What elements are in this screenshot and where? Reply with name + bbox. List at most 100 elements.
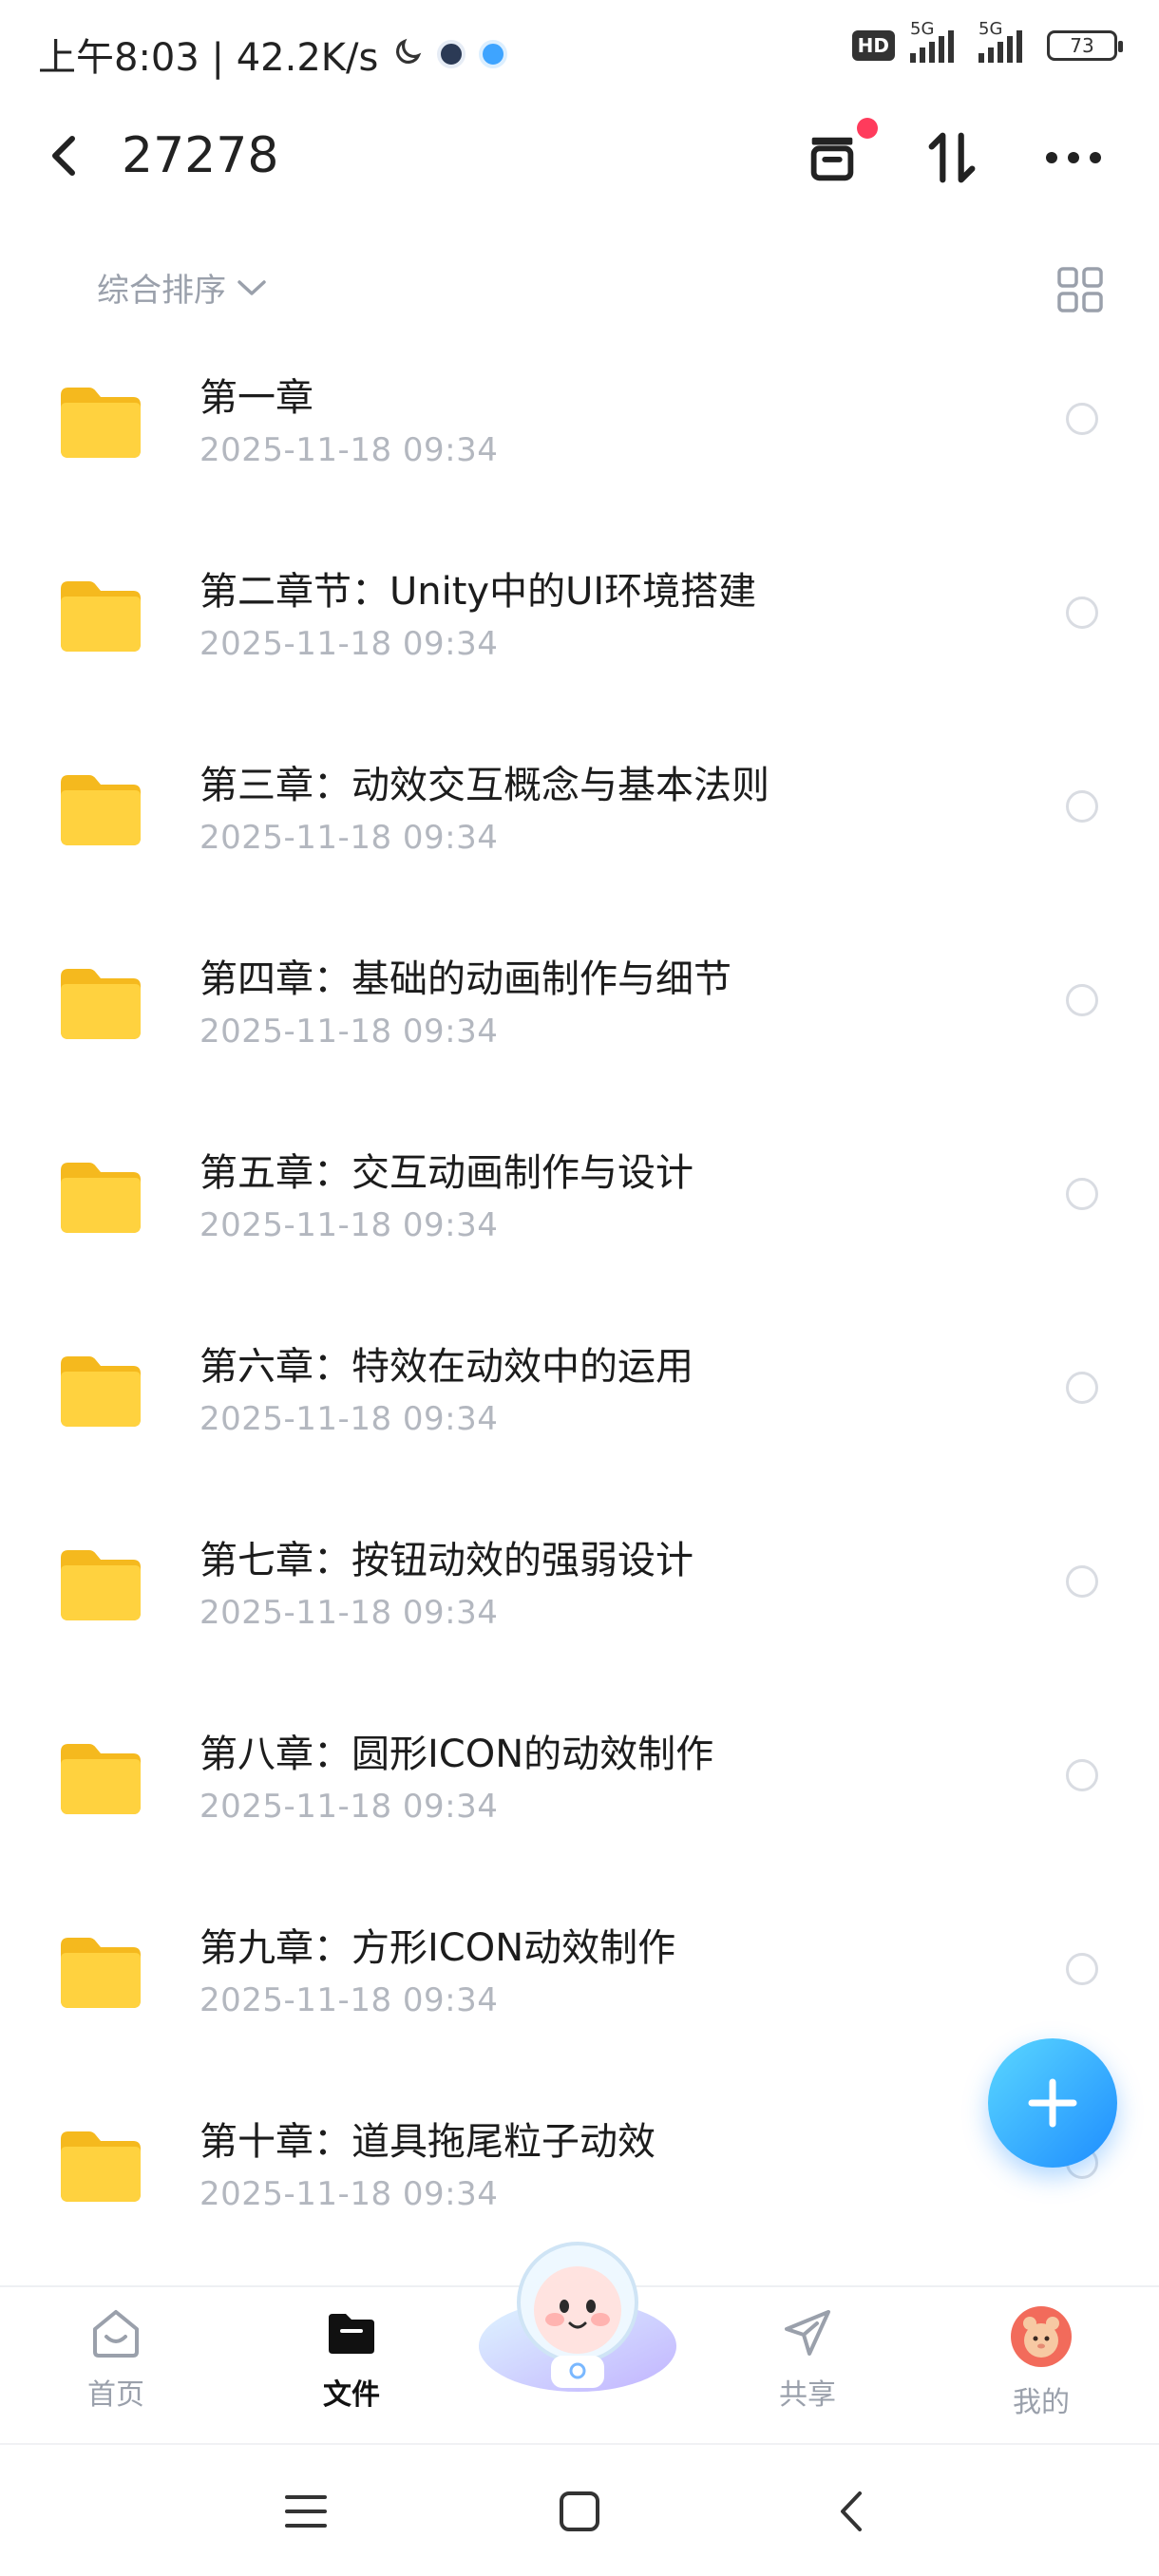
sort-icon [928, 132, 976, 183]
status-time: 上午8:03 | 42.2K/s [38, 36, 379, 80]
folder-icon [57, 2128, 144, 2206]
system-nav-bar [0, 2443, 1159, 2576]
battery-indicator: 73 [1047, 30, 1123, 61]
folder-icon [57, 1546, 144, 1624]
select-radio[interactable] [1066, 1759, 1098, 1791]
file-name: 第五章：交互动画制作与设计 [200, 1151, 694, 1195]
system-back-button[interactable] [823, 2483, 880, 2540]
file-date: 2025-11-18 09:34 [200, 625, 499, 663]
file-name: 第十章：道具拖尾粒子动效 [200, 2120, 656, 2164]
file-name: 第一章 [200, 376, 314, 420]
sort-label: 综合排序 [97, 272, 226, 310]
nav-home[interactable]: 首页 [49, 2304, 182, 2413]
file-date: 2025-11-18 09:34 [200, 819, 499, 857]
file-row[interactable]: 第一章 2025-11-18 09:34 [0, 331, 1159, 524]
app-notification-icon [437, 40, 466, 68]
folder-icon [57, 1353, 144, 1430]
file-name: 第七章：按钮动效的强弱设计 [200, 1539, 694, 1582]
folder-icon [57, 965, 144, 1043]
file-name: 第八章：圆形ICON的动效制作 [200, 1733, 714, 1776]
sort-button[interactable] [918, 123, 986, 192]
assistant-mascot-button[interactable] [471, 2228, 684, 2399]
chevron-down-icon [238, 279, 266, 295]
plus-icon [1028, 2078, 1077, 2128]
nav-share[interactable]: 共享 [741, 2304, 874, 2413]
square-icon [560, 2491, 599, 2531]
file-name: 第四章：基础的动画制作与细节 [200, 957, 732, 1001]
sort-dropdown[interactable]: 综合排序 [97, 264, 268, 311]
folder-icon [57, 578, 144, 655]
status-bar: 上午8:03 | 42.2K/s HD 5G 5G 73 [0, 0, 1159, 106]
select-radio[interactable] [1066, 1372, 1098, 1404]
moon-icon [391, 36, 424, 72]
header: 27278 [0, 106, 1159, 201]
grid-view-button[interactable] [1056, 266, 1104, 313]
archive-button[interactable] [798, 118, 878, 192]
back-nav-icon [841, 2491, 862, 2531]
avatar [1011, 2306, 1072, 2367]
nav-home-label: 首页 [87, 2378, 144, 2412]
folder-icon [57, 1159, 144, 1237]
select-radio[interactable] [1066, 984, 1098, 1016]
grid-view-icon [1057, 267, 1103, 313]
file-row[interactable]: 第九章：方形ICON动效制作 2025-11-18 09:34 [0, 1881, 1159, 2074]
archive-icon [810, 137, 854, 181]
mascot-icon [479, 2242, 676, 2392]
more-button[interactable] [1039, 123, 1108, 192]
folder-icon [57, 771, 144, 849]
file-name: 第三章：动效交互概念与基本法则 [200, 764, 770, 807]
status-left: 上午8:03 | 42.2K/s [38, 27, 508, 82]
file-date: 2025-11-18 09:34 [200, 1400, 499, 1438]
select-radio[interactable] [1066, 1178, 1098, 1210]
signal-icon-2: 5G [978, 19, 1032, 63]
network-label-2: 5G [978, 19, 1003, 39]
back-button[interactable] [38, 129, 91, 182]
nav-files-label: 文件 [323, 2378, 380, 2412]
select-radio[interactable] [1066, 1565, 1098, 1598]
share-icon [785, 2310, 830, 2356]
recent-apps-button[interactable] [277, 2483, 334, 2540]
file-date: 2025-11-18 09:34 [200, 1206, 499, 1244]
notification-dot [857, 118, 878, 139]
menu-icon [285, 2495, 327, 2528]
select-radio[interactable] [1066, 403, 1098, 435]
hd-badge: HD [851, 30, 895, 61]
select-radio[interactable] [1066, 597, 1098, 629]
file-name: 第二章节：Unity中的UI环境搭建 [200, 570, 757, 614]
more-icon [1046, 152, 1101, 163]
file-row[interactable]: 第五章：交互动画制作与设计 2025-11-18 09:34 [0, 1106, 1159, 1299]
signal-icon: 5G [910, 19, 963, 63]
file-name: 第六章：特效在动效中的运用 [200, 1345, 694, 1389]
status-right: HD 5G 5G 73 [851, 19, 1123, 63]
select-radio[interactable] [1066, 790, 1098, 823]
back-icon [52, 136, 75, 176]
file-row[interactable]: 第四章：基础的动画制作与细节 2025-11-18 09:34 [0, 912, 1159, 1106]
folder-icon [57, 384, 144, 462]
file-row[interactable]: 第六章：特效在动效中的运用 2025-11-18 09:34 [0, 1299, 1159, 1493]
file-date: 2025-11-18 09:34 [200, 2175, 499, 2213]
file-row[interactable]: 第八章：圆形ICON的动效制作 2025-11-18 09:34 [0, 1687, 1159, 1881]
file-name: 第九章：方形ICON动效制作 [200, 1926, 676, 1970]
upload-notification-icon [479, 40, 508, 68]
select-radio[interactable] [1066, 1953, 1098, 1985]
system-home-button[interactable] [551, 2483, 608, 2540]
file-list: 第一章 2025-11-18 09:34 第二章节：Unity中的UI环境搭建 202… [0, 331, 1159, 2268]
file-row[interactable]: 第二章节：Unity中的UI环境搭建 2025-11-18 09:34 [0, 524, 1159, 718]
nav-mine-label: 我的 [1013, 2386, 1070, 2419]
nav-files[interactable]: 文件 [285, 2304, 418, 2413]
network-label: 5G [910, 19, 935, 39]
add-button[interactable] [988, 2038, 1117, 2168]
files-icon [329, 2314, 374, 2354]
file-date: 2025-11-18 09:34 [200, 1594, 499, 1632]
home-icon [93, 2310, 139, 2358]
file-date: 2025-11-18 09:34 [200, 431, 499, 469]
folder-icon [57, 1740, 144, 1818]
file-row[interactable]: 第七章：按钮动效的强弱设计 2025-11-18 09:34 [0, 1493, 1159, 1687]
page-title: 27278 [122, 127, 279, 184]
file-row[interactable]: 第三章：动效交互概念与基本法则 2025-11-18 09:34 [0, 718, 1159, 912]
nav-share-label: 共享 [779, 2378, 836, 2412]
file-date: 2025-11-18 09:34 [200, 1013, 499, 1051]
toolbar: 综合排序 [0, 249, 1159, 331]
folder-icon [57, 1934, 144, 2012]
nav-mine[interactable]: 我的 [975, 2304, 1108, 2420]
